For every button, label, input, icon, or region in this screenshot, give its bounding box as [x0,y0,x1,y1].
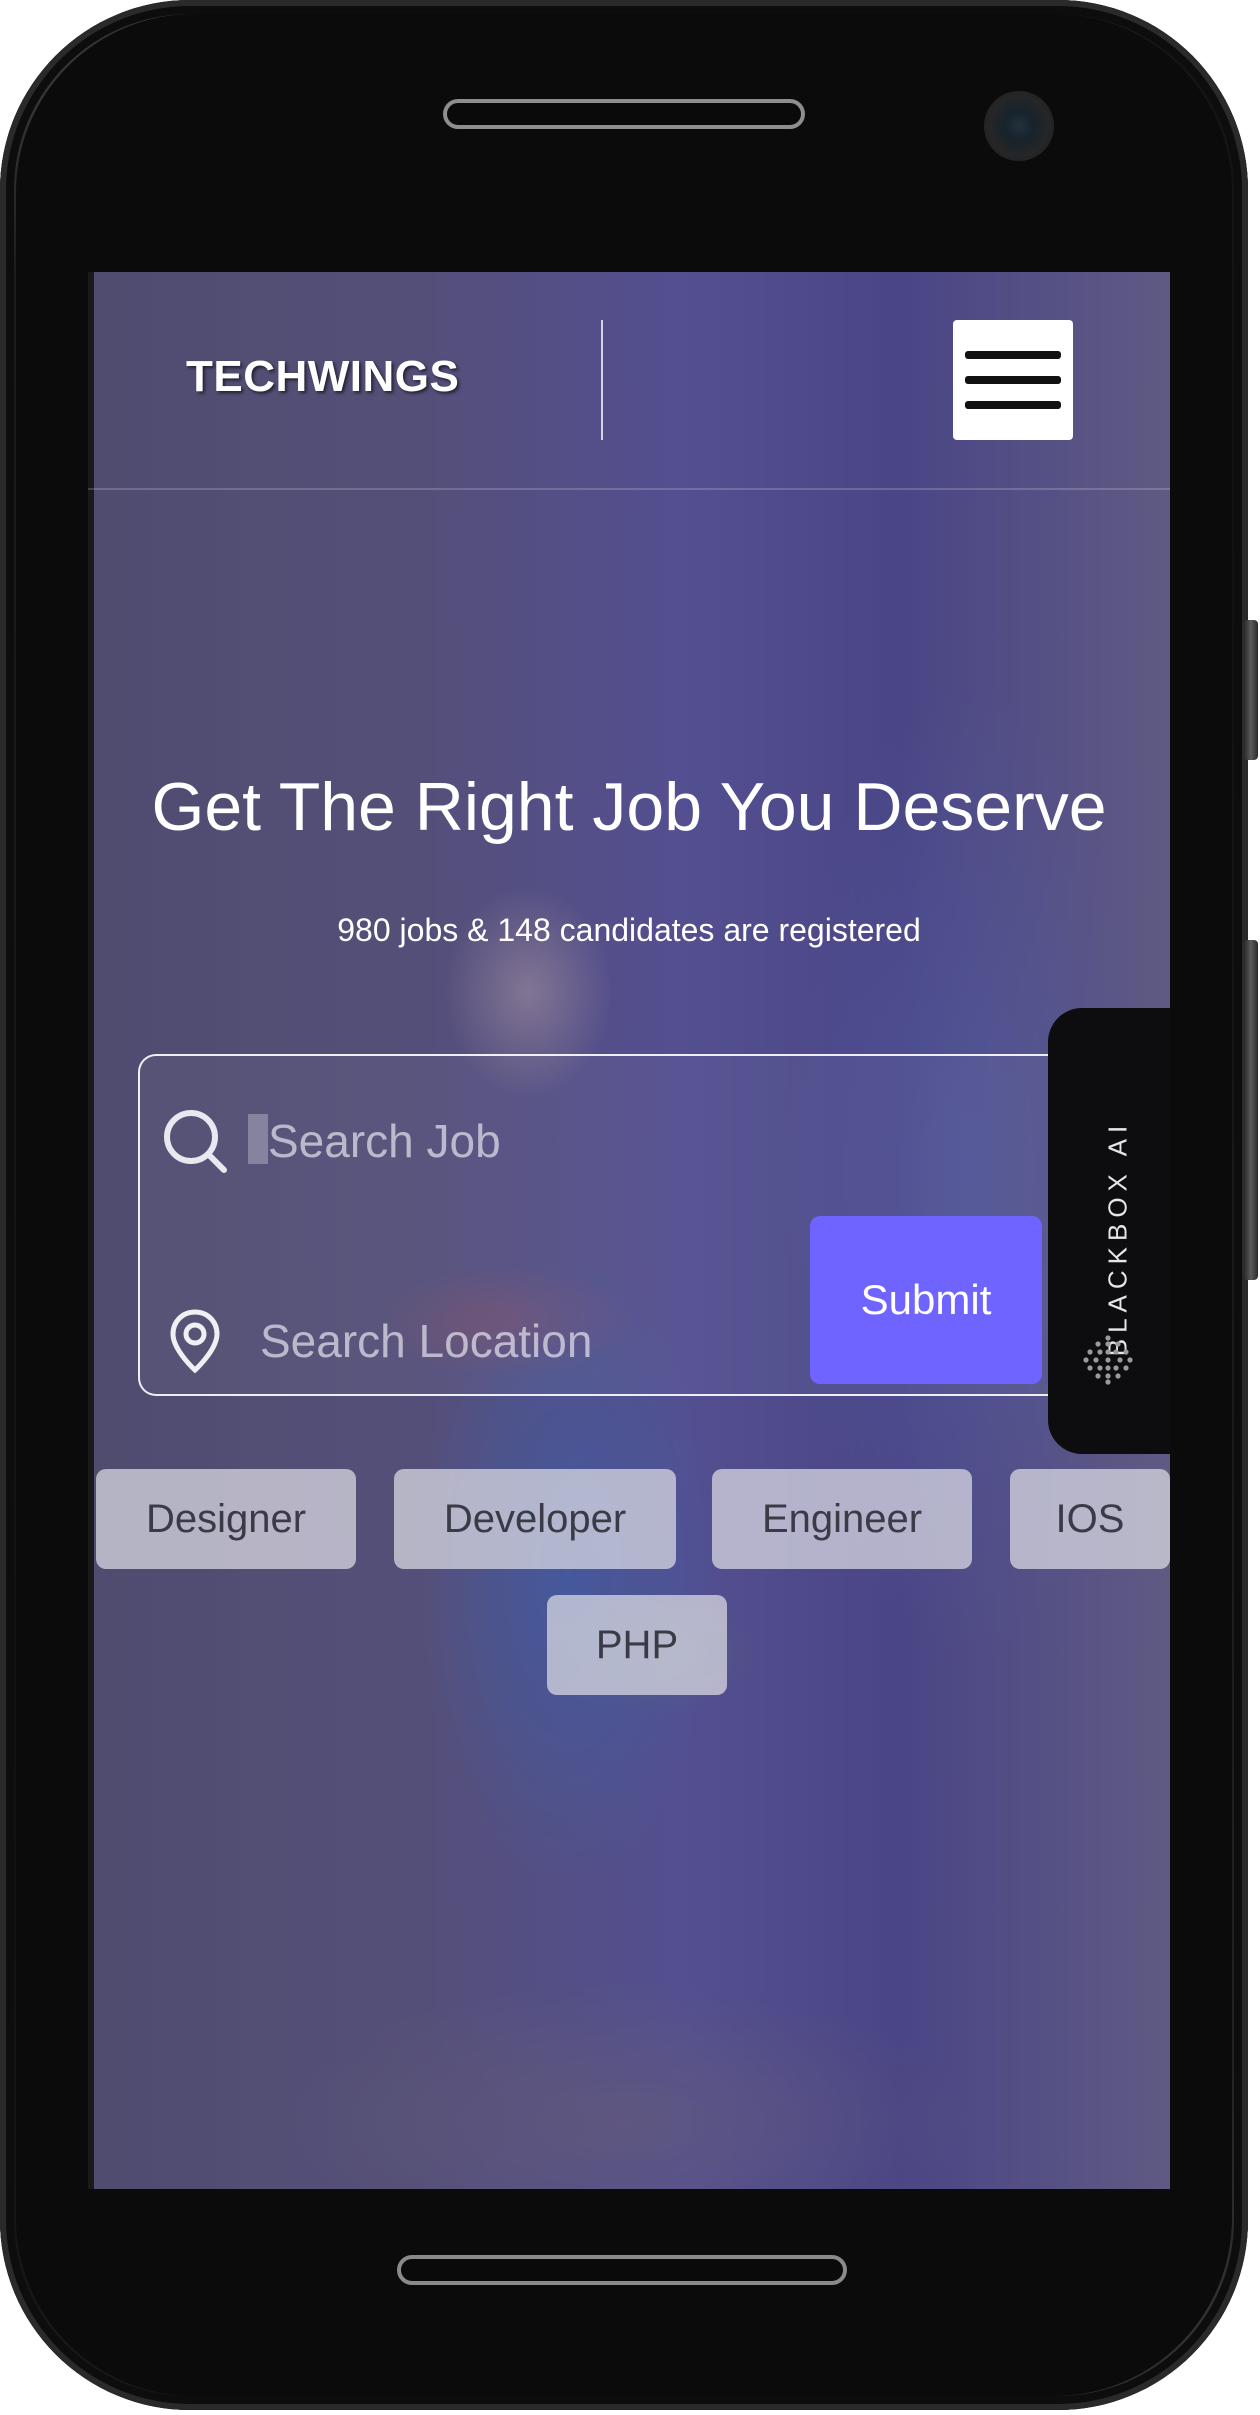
search-form: Submit [138,1054,1138,1396]
earpiece-speaker [443,99,805,129]
hamburger-line-icon [965,376,1061,384]
search-location-input[interactable] [260,1314,780,1368]
power-button [1244,940,1258,1280]
tag-designer[interactable]: Designer [96,1469,356,1569]
hamburger-line-icon [965,351,1061,359]
location-pin-icon [160,1306,230,1376]
home-bar [397,2255,847,2285]
blackbox-ai-tab[interactable]: BLACKBOX AI [1048,1008,1170,1454]
submit-button[interactable]: Submit [810,1216,1042,1384]
blackbox-logo-icon [1083,1335,1133,1385]
front-camera [984,91,1054,161]
search-job-input[interactable] [268,1114,788,1168]
hero-title: Get The Right Job You Deserve [151,769,1107,845]
tag-engineer[interactable]: Engineer [712,1469,972,1569]
text-cursor [248,1114,268,1164]
tag-ios[interactable]: IOS [1010,1469,1170,1569]
tag-php[interactable]: PHP [547,1595,727,1695]
brand-logo[interactable]: TECHWINGS [186,352,459,402]
volume-button [1244,620,1258,760]
hero-subtitle: 980 jobs & 148 candidates are registered [337,912,921,948]
header-divider [601,320,603,440]
screen: TECHWINGS Get The Right Job You Deserve … [88,272,1170,2189]
search-icon [160,1106,230,1176]
location-search-row [160,1306,780,1376]
tag-developer[interactable]: Developer [394,1469,676,1569]
blackbox-ai-label: BLACKBOX AI [1102,1119,1133,1357]
screen-edge [88,272,94,2189]
site-header: TECHWINGS [88,272,1170,490]
hamburger-line-icon [965,401,1061,409]
hamburger-menu-button[interactable] [953,320,1073,440]
